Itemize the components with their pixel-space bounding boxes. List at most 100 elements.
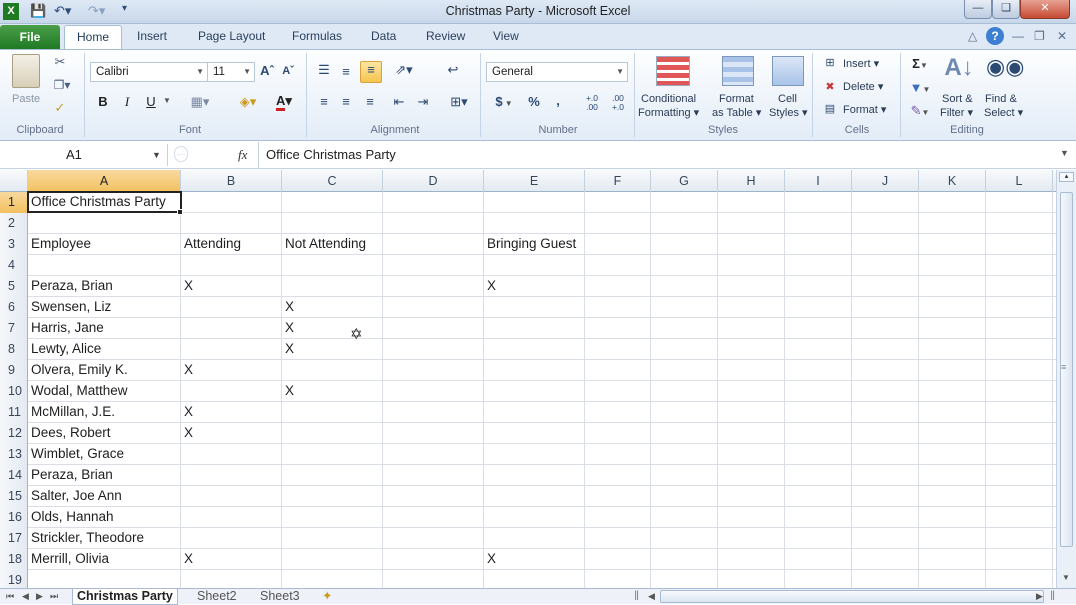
cell-e19[interactable] [484, 570, 585, 588]
align-bottom-icon[interactable]: ≡ [360, 61, 382, 83]
cell-d6[interactable] [383, 297, 484, 317]
cell-b7[interactable] [181, 318, 282, 338]
cell-c6[interactable]: X [282, 297, 383, 317]
cell-g14[interactable] [651, 465, 718, 485]
format-cells-button[interactable]: Format ▾ [843, 103, 886, 116]
cell-l8[interactable] [986, 339, 1053, 359]
row-header[interactable]: 13 [0, 444, 28, 465]
cell-f1[interactable] [585, 192, 651, 212]
delete-cells-button[interactable]: Delete ▾ [843, 80, 883, 93]
name-box[interactable]: A1 ▼ [0, 144, 168, 166]
cell-f9[interactable] [585, 360, 651, 380]
row-header[interactable]: 10 [0, 381, 28, 402]
decrease-decimal-button[interactable]: .00 +.0 [606, 94, 630, 112]
italic-button[interactable]: I [120, 94, 134, 110]
grow-font-icon[interactable]: Aˆ [258, 63, 276, 78]
tab-formulas[interactable]: Formulas [292, 29, 342, 43]
increase-decimal-button[interactable]: +.0 .00 [580, 94, 604, 112]
cell-a3[interactable]: Employee [28, 234, 181, 254]
tab-view[interactable]: View [493, 29, 519, 43]
fill-color-icon[interactable]: ◈▾ [232, 94, 264, 110]
cell-f15[interactable] [585, 486, 651, 506]
cell-d8[interactable] [383, 339, 484, 359]
row-header[interactable]: 19 [0, 570, 28, 588]
cell-l16[interactable] [986, 507, 1053, 527]
cell-f6[interactable] [585, 297, 651, 317]
cell-j13[interactable] [852, 444, 919, 464]
tab-home[interactable]: Home [64, 25, 122, 50]
copy-icon[interactable]: ❐▾ [50, 78, 74, 92]
percent-style-button[interactable]: % [526, 94, 542, 109]
horizontal-scroll-thumb[interactable] [660, 590, 1044, 603]
cell-b18[interactable]: X [181, 549, 282, 569]
cell-g9[interactable] [651, 360, 718, 380]
cell-l15[interactable] [986, 486, 1053, 506]
column-header-i[interactable]: I [785, 170, 852, 192]
maximize-button[interactable]: ❑ [992, 0, 1020, 19]
cell-j18[interactable] [852, 549, 919, 569]
cell-i1[interactable] [785, 192, 852, 212]
insert-sheet-icon[interactable]: ✦ [322, 589, 332, 605]
cell-i15[interactable] [785, 486, 852, 506]
cell-d7[interactable] [383, 318, 484, 338]
cell-g12[interactable] [651, 423, 718, 443]
cell-j9[interactable] [852, 360, 919, 380]
cell-j7[interactable] [852, 318, 919, 338]
delete-cells-icon[interactable]: ✖ [822, 80, 838, 93]
conditional-formatting-label-1[interactable]: Conditional [641, 93, 696, 105]
cell-a4[interactable] [28, 255, 181, 275]
cell-g3[interactable] [651, 234, 718, 254]
align-left-icon[interactable]: ≡ [316, 94, 332, 109]
cell-l12[interactable] [986, 423, 1053, 443]
cell-d15[interactable] [383, 486, 484, 506]
cell-b17[interactable] [181, 528, 282, 548]
cell-c3[interactable]: Not Attending [282, 234, 383, 254]
cell-b12[interactable]: X [181, 423, 282, 443]
cell-h8[interactable] [718, 339, 785, 359]
row-header[interactable]: 11 [0, 402, 28, 423]
cell-k12[interactable] [919, 423, 986, 443]
sheet-tab-sheet2[interactable]: Sheet2 [197, 589, 237, 605]
cell-a10[interactable]: Wodal, Matthew [28, 381, 181, 401]
row-header[interactable]: 12 [0, 423, 28, 444]
cell-d1[interactable] [383, 192, 484, 212]
cell-g6[interactable] [651, 297, 718, 317]
cell-g4[interactable] [651, 255, 718, 275]
cell-b1[interactable] [181, 192, 282, 212]
paste-button[interactable]: Paste [12, 93, 40, 105]
cell-j4[interactable] [852, 255, 919, 275]
cell-h6[interactable] [718, 297, 785, 317]
cell-g10[interactable] [651, 381, 718, 401]
cell-f13[interactable] [585, 444, 651, 464]
cell-d18[interactable] [383, 549, 484, 569]
workbook-restore-icon[interactable]: ❐ [1034, 29, 1045, 43]
cell-j1[interactable] [852, 192, 919, 212]
cell-k7[interactable] [919, 318, 986, 338]
cell-c10[interactable]: X [282, 381, 383, 401]
cell-e15[interactable] [484, 486, 585, 506]
cell-l14[interactable] [986, 465, 1053, 485]
column-header-d[interactable]: D [383, 170, 484, 192]
cell-b9[interactable]: X [181, 360, 282, 380]
row-header[interactable]: 18 [0, 549, 28, 570]
cell-h11[interactable] [718, 402, 785, 422]
format-as-table-label-2[interactable]: as Table ▾ [712, 106, 761, 119]
comma-style-button[interactable]: , [552, 93, 564, 108]
cell-i14[interactable] [785, 465, 852, 485]
cell-i6[interactable] [785, 297, 852, 317]
row-header[interactable]: 15 [0, 486, 28, 507]
cell-a16[interactable]: Olds, Hannah [28, 507, 181, 527]
cell-k5[interactable] [919, 276, 986, 296]
cell-l3[interactable] [986, 234, 1053, 254]
binoculars-icon[interactable]: ◉◉ [986, 54, 1024, 80]
decrease-indent-icon[interactable]: ⇤ [390, 94, 408, 110]
cell-c14[interactable] [282, 465, 383, 485]
workbook-close-icon[interactable]: ✕ [1057, 29, 1067, 43]
column-header-g[interactable]: G [651, 170, 718, 192]
cell-c13[interactable] [282, 444, 383, 464]
vertical-scrollbar[interactable]: ▴ ≡ ▼ [1056, 170, 1076, 588]
cell-h13[interactable] [718, 444, 785, 464]
tab-split-icon[interactable]: ‖ [634, 589, 639, 605]
conditional-formatting-label-2[interactable]: Formatting ▾ [638, 106, 699, 119]
cell-a1[interactable]: Office Christmas Party [28, 192, 181, 212]
